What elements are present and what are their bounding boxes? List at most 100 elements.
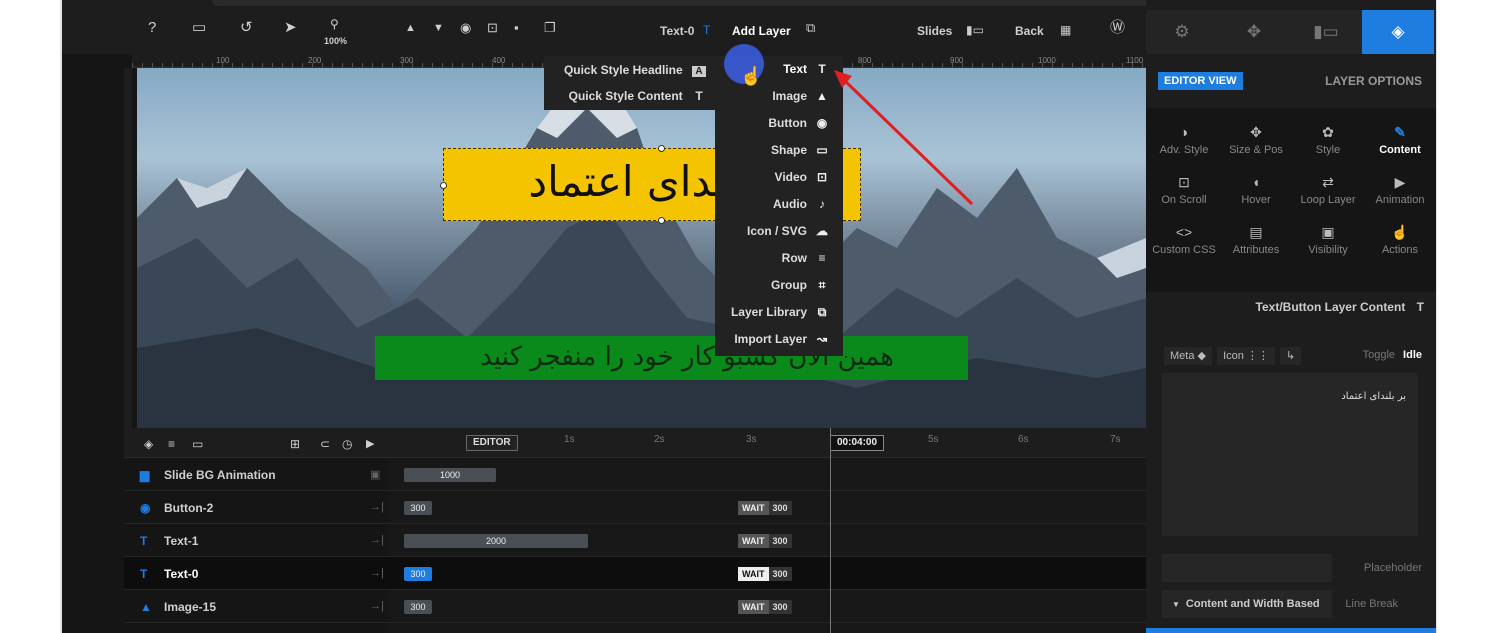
quick-style-menu: Quick Style Headline A Quick Style Conte… <box>544 56 716 110</box>
tab-layers[interactable]: ◈ <box>1362 10 1434 54</box>
undo-icon[interactable]: ↺ <box>240 20 253 36</box>
line-break-button[interactable]: ↳ <box>1279 347 1302 365</box>
eye-icon[interactable]: ◉ <box>460 20 471 36</box>
layers-icon[interactable]: ◈ <box>144 436 153 452</box>
placeholder-input[interactable] <box>1162 554 1332 582</box>
animation-option[interactable]: ▶ Animation <box>1366 174 1434 206</box>
quick-style-content-item[interactable]: Quick Style Content T <box>569 89 706 103</box>
trash-icon[interactable]: ▪ <box>514 20 519 36</box>
row-icon: ≡ <box>818 251 826 265</box>
timeline-row-selected[interactable]: T Text-0 →| 300 WAIT 300 <box>124 557 1146 590</box>
grid-select-icon[interactable]: ⊞ <box>290 436 300 452</box>
tab-settings[interactable]: ⚙ <box>1146 10 1218 54</box>
menu-item-text[interactable]: Text T <box>783 56 829 83</box>
style-option[interactable]: ✿ Style <box>1294 124 1362 156</box>
slides-icon[interactable]: ▮▭ <box>966 22 984 38</box>
attributes-option[interactable]: ▤ Attributes <box>1222 224 1290 256</box>
menu-item-audio[interactable]: Audio ♪ <box>773 191 829 218</box>
file-icon: ▤ <box>1249 224 1263 240</box>
wordpress-icon[interactable]: Ⓦ <box>1110 20 1125 36</box>
time-tick: 3s <box>746 434 757 445</box>
actions-option[interactable]: ☝ Actions <box>1366 224 1434 256</box>
play-icon[interactable]: ▶ <box>366 436 374 452</box>
menu-item-label: Group <box>771 278 807 292</box>
timeline-row[interactable]: ◉ Button-2 →| 300 WAIT 300 <box>124 491 1146 524</box>
resize-handle[interactable] <box>658 217 665 224</box>
add-layer-icon[interactable]: ⧉ <box>806 20 815 36</box>
size-pos-option[interactable]: ✥ Size & Pos <box>1222 124 1290 156</box>
list-icon[interactable]: ≡ <box>168 436 175 452</box>
menu-item-shape[interactable]: Shape ▭ <box>771 137 829 164</box>
animation-bar[interactable]: 2000 <box>404 534 588 548</box>
wait-block[interactable]: WAIT 300 <box>738 600 792 614</box>
help-icon[interactable]: ? <box>148 20 156 36</box>
editor-view-tag[interactable]: EDITOR VIEW <box>1158 72 1243 90</box>
video-icon: ⊡ <box>816 170 828 184</box>
arrow-up-icon[interactable]: ▲ <box>405 20 416 36</box>
pointer-icon[interactable]: ➤ <box>284 20 297 36</box>
menu-item-layer-library[interactable]: Layer Library ⧉ <box>731 299 829 326</box>
icon-button[interactable]: Icon ⋮⋮ <box>1217 347 1275 365</box>
editor-tag[interactable]: EDITOR <box>466 435 518 451</box>
tab-slides[interactable]: ▮▭ <box>1290 10 1362 54</box>
timer-icon[interactable]: ◷ <box>342 436 352 452</box>
resize-handle[interactable] <box>440 182 447 189</box>
option-label: Visibility <box>1308 244 1348 256</box>
timeline-row[interactable]: T Text-1 →| 2000 WAIT 300 <box>124 524 1146 557</box>
adv-style-option[interactable]: ◑ Adv. Style <box>1150 124 1218 156</box>
loop-layer-option[interactable]: ⇄ Loop Layer <box>1294 174 1362 206</box>
content-textarea[interactable]: بر بلندای اعتماد <box>1162 373 1418 536</box>
menu-item-import-layer[interactable]: Import Layer ↝ <box>734 326 829 353</box>
audio-icon: ♪ <box>819 197 825 211</box>
text-icon: T <box>140 567 148 581</box>
menu-item-video[interactable]: Video ⊡ <box>775 164 829 191</box>
quick-style-headline-item[interactable]: Quick Style Headline A <box>564 63 706 77</box>
sidebar-bottom-bar <box>1146 628 1436 633</box>
timeline-row[interactable]: ▆ Slide BG Animation ▣ 1000 <box>124 458 1146 491</box>
timeline-row[interactable]: ▲ Image-15 →| 300 WAIT 300 <box>124 590 1146 623</box>
magnet-icon[interactable]: ⊂ <box>320 436 330 452</box>
move-icon: ✥ <box>1250 124 1262 140</box>
back-button[interactable]: Back <box>1015 24 1044 38</box>
zoom-icon[interactable]: ⚲ <box>330 16 339 32</box>
on-scroll-option[interactable]: ⊡ On Scroll <box>1150 174 1218 206</box>
tab-navigation[interactable]: ✥ <box>1218 10 1290 54</box>
slides-button[interactable]: Slides <box>917 24 952 38</box>
content-text: بر بلندای اعتماد <box>1341 391 1406 402</box>
toggle-row[interactable]: Toggle Idle <box>1363 349 1422 361</box>
visibility-option[interactable]: ▣ Visibility <box>1294 224 1362 256</box>
meta-button[interactable]: Meta ◆ <box>1164 347 1212 365</box>
hover-option[interactable]: ◖ Hover <box>1222 174 1290 206</box>
animation-bar[interactable]: 300 <box>404 567 432 581</box>
arrow-down-icon[interactable]: ▼ <box>433 20 444 36</box>
row-label: ▲ Image-15 <box>140 600 216 614</box>
resize-handle[interactable] <box>658 145 665 152</box>
menu-item-group[interactable]: Group ⌗ <box>771 272 829 299</box>
add-layer-button[interactable]: Add Layer <box>732 24 791 38</box>
slide-canvas[interactable]: بر بلندای اعتماد همین الان کسبو کار خود … <box>137 68 1146 428</box>
animation-bar[interactable]: 300 <box>404 600 432 614</box>
shape-icon: ▭ <box>816 143 828 157</box>
custom-css-option[interactable]: <> Custom CSS <box>1150 224 1218 256</box>
wait-block[interactable]: WAIT 300 <box>738 534 792 548</box>
lock-icon[interactable]: ⊡ <box>487 20 498 36</box>
playhead[interactable] <box>830 428 831 633</box>
menu-item-button[interactable]: Button ◉ <box>768 110 829 137</box>
menu-item-icon-svg[interactable]: Icon / SVG ☁ <box>747 218 829 245</box>
animation-bar[interactable]: 1000 <box>404 468 496 482</box>
content-width-select[interactable]: ▼ Content and Width Based <box>1162 590 1332 618</box>
animation-bar[interactable]: 300 <box>404 501 432 515</box>
subtext-layer[interactable]: همین الان کسبو کار خود را منفجر کنید <box>375 336 968 380</box>
duplicate-icon[interactable]: ❐ <box>544 20 556 36</box>
desktop-icon[interactable]: ▭ <box>192 20 206 36</box>
grid-icon[interactable]: ▦ <box>1060 22 1071 38</box>
wait-block[interactable]: WAIT 300 <box>738 501 792 515</box>
content-option[interactable]: ✎ Content <box>1366 124 1434 156</box>
option-label: On Scroll <box>1161 194 1207 206</box>
layer-options-label[interactable]: LAYER OPTIONS <box>1325 74 1422 88</box>
menu-item-image[interactable]: Image ▲ <box>772 83 829 110</box>
wait-block[interactable]: WAIT 300 <box>738 567 792 581</box>
menu-item-row[interactable]: Row ≡ <box>782 245 829 272</box>
folder-icon[interactable]: ▭ <box>192 436 203 452</box>
image-icon: ▲ <box>140 600 152 614</box>
